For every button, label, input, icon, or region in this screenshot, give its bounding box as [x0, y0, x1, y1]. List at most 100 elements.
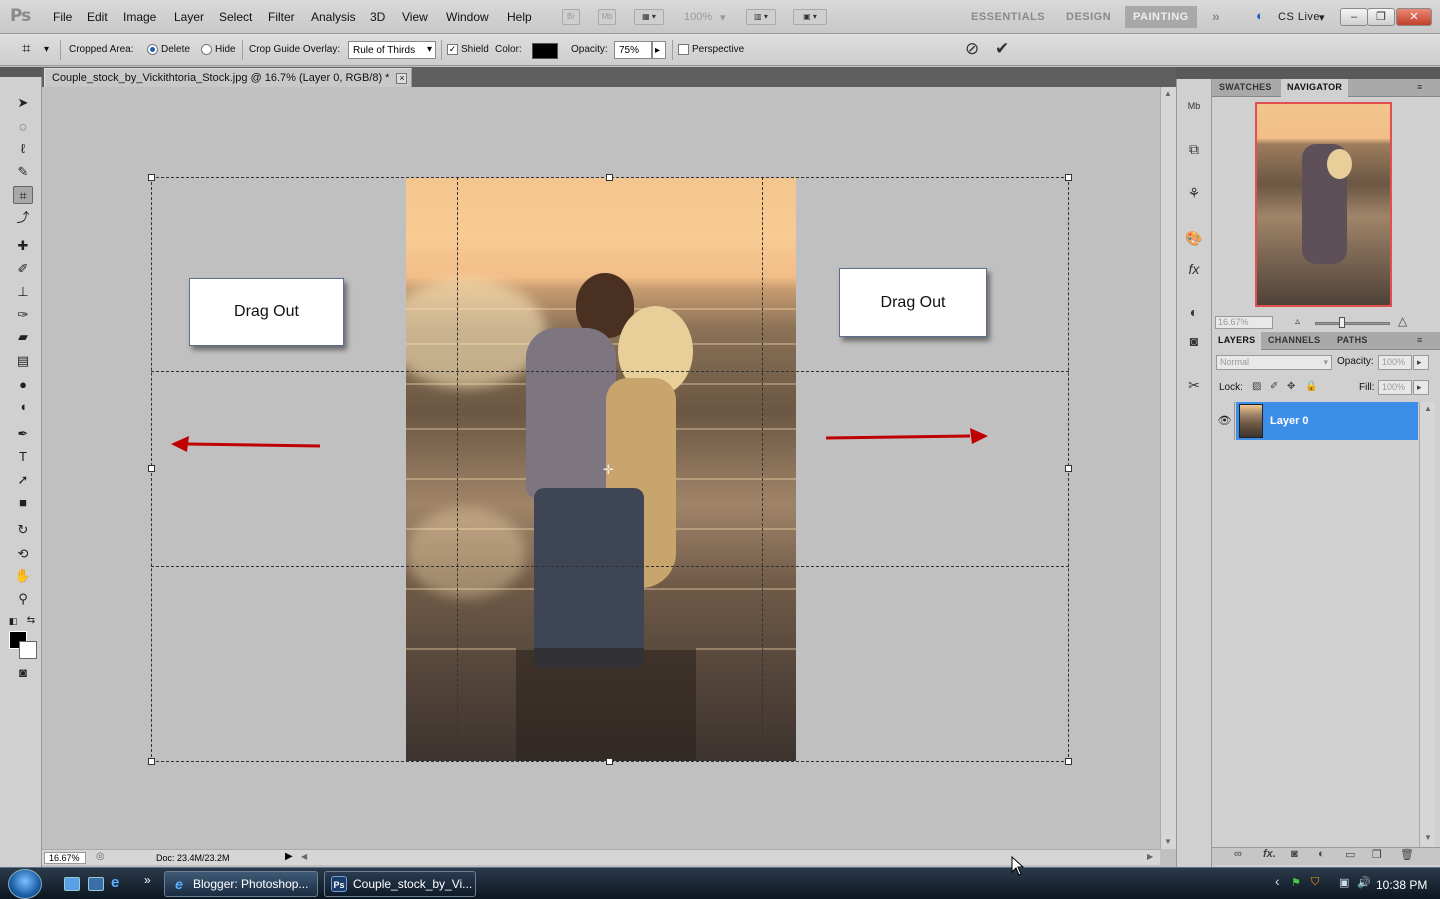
- hand-tool-icon[interactable]: ✋: [13, 567, 33, 585]
- menu-help[interactable]: Help: [507, 10, 532, 24]
- tab-swatches[interactable]: SWATCHES: [1219, 82, 1272, 92]
- menu-window[interactable]: Window: [446, 10, 489, 24]
- cs-live-icon[interactable]: ◐: [1256, 8, 1264, 23]
- quick-mask-icon[interactable]: ◙: [13, 664, 33, 682]
- 3d-rotate-tool-icon[interactable]: ↻: [13, 521, 33, 539]
- preset-chevron-down-icon[interactable]: ▾: [44, 44, 49, 55]
- navigator-thumbnail[interactable]: [1255, 102, 1392, 307]
- tray-network-status-icon[interactable]: ⚑: [1291, 876, 1301, 889]
- tab-channels[interactable]: CHANNELS: [1268, 335, 1320, 345]
- move-tool-icon[interactable]: ➤: [13, 94, 33, 112]
- perspective-checkbox[interactable]: [678, 44, 689, 55]
- gradient-tool-icon[interactable]: ▤: [13, 352, 33, 370]
- lock-position-icon[interactable]: ✥: [1287, 381, 1295, 392]
- lock-all-icon[interactable]: 🔒: [1305, 381, 1317, 392]
- shield-color-swatch[interactable]: [532, 43, 558, 59]
- path-selection-tool-icon[interactable]: ➚: [13, 471, 33, 489]
- menu-analysis[interactable]: Analysis: [311, 10, 356, 24]
- zoom-level-select[interactable]: 100%: [684, 11, 712, 23]
- vertical-scrollbar[interactable]: ▲ ▼: [1160, 87, 1176, 849]
- workspace-design[interactable]: DESIGN: [1066, 11, 1111, 23]
- scroll-up-icon[interactable]: ▲: [1164, 89, 1172, 98]
- commit-checkmark-icon[interactable]: ✔: [995, 39, 1009, 59]
- layer-visibility-eye-icon[interactable]: 👁: [1215, 402, 1235, 440]
- crop-handle-bottom-left[interactable]: [148, 758, 155, 765]
- document-tab[interactable]: Couple_stock_by_Vickithtoria_Stock.jpg @…: [44, 68, 413, 87]
- hide-radio[interactable]: [201, 44, 212, 55]
- fill-arrow-icon[interactable]: ▸: [1413, 380, 1429, 395]
- crop-handle-top[interactable]: [606, 174, 613, 181]
- navigator-zoom-slider[interactable]: [1315, 322, 1390, 325]
- layer-mask-icon[interactable]: ◙: [1291, 848, 1298, 860]
- close-window-button[interactable]: ✕: [1396, 8, 1432, 26]
- history-panel-icon[interactable]: ⧉: [1183, 139, 1205, 159]
- crop-center-icon[interactable]: ✛: [603, 462, 614, 478]
- workspace-essentials[interactable]: ESSENTIALS: [971, 11, 1045, 23]
- tray-volume-icon[interactable]: 🔊: [1357, 876, 1371, 889]
- tools-panel-header[interactable]: [0, 67, 42, 77]
- crop-tool-preset-icon[interactable]: ⌗: [22, 40, 30, 57]
- show-desktop-icon[interactable]: [64, 877, 80, 891]
- lock-transparency-icon[interactable]: ▨: [1252, 381, 1261, 392]
- menu-layer[interactable]: Layer: [174, 10, 204, 24]
- menu-image[interactable]: Image: [123, 10, 156, 24]
- tray-network-icon[interactable]: ▣: [1339, 876, 1349, 889]
- layers-panel-menu-icon[interactable]: ≡: [1417, 335, 1423, 345]
- internet-explorer-icon[interactable]: e: [111, 874, 127, 891]
- layers-scroll-down-icon[interactable]: ▼: [1424, 833, 1432, 842]
- blur-tool-icon[interactable]: ●: [13, 376, 33, 394]
- adjustment-layer-icon[interactable]: ◐: [1318, 848, 1325, 860]
- tab-navigator[interactable]: NAVIGATOR: [1281, 79, 1349, 97]
- crop-handle-bottom[interactable]: [606, 758, 613, 765]
- arrange-documents-icon[interactable]: ▥ ▾: [746, 9, 776, 25]
- crop-handle-bottom-right[interactable]: [1065, 758, 1072, 765]
- bridge-button[interactable]: Br: [562, 9, 580, 25]
- tray-expand-icon[interactable]: ‹: [1275, 873, 1280, 889]
- layers-scroll-up-icon[interactable]: ▲: [1424, 404, 1432, 413]
- delete-radio[interactable]: [147, 44, 158, 55]
- tray-shield-icon[interactable]: ⛉: [1311, 876, 1319, 889]
- scroll-down-icon[interactable]: ▼: [1164, 837, 1172, 846]
- tab-layers[interactable]: LAYERS: [1212, 332, 1262, 350]
- crop-handle-top-right[interactable]: [1065, 174, 1072, 181]
- link-layers-icon[interactable]: ∞: [1234, 848, 1242, 860]
- shield-checkbox[interactable]: ✓: [447, 44, 458, 55]
- navigator-zoom-knob[interactable]: [1339, 317, 1345, 328]
- clone-stamp-tool-icon[interactable]: ⊥: [13, 283, 33, 301]
- dodge-tool-icon[interactable]: ◖: [13, 398, 33, 416]
- swap-colors-icon[interactable]: ⇆: [24, 612, 38, 630]
- eraser-tool-icon[interactable]: ▰: [13, 328, 33, 346]
- opacity-slider-arrow-icon[interactable]: ▸: [652, 41, 666, 59]
- scroll-right-icon[interactable]: ▶: [1147, 852, 1153, 861]
- marquee-tool-icon[interactable]: ◌: [13, 118, 33, 136]
- default-colors-icon[interactable]: ◧: [6, 612, 20, 630]
- zoom-out-icon[interactable]: ▵: [1295, 316, 1300, 327]
- status-zoom-input[interactable]: 16.67%: [44, 852, 86, 864]
- layer-opacity-input[interactable]: 100%: [1378, 355, 1412, 370]
- healing-brush-tool-icon[interactable]: ✚: [13, 237, 33, 255]
- navigator-zoom-input[interactable]: 16.67%: [1215, 316, 1273, 329]
- crop-handle-left[interactable]: [148, 465, 155, 472]
- horizontal-scrollbar[interactable]: ◀ ▶: [295, 849, 1160, 865]
- quick-launch-expand-icon[interactable]: »: [144, 873, 151, 887]
- scroll-left-icon[interactable]: ◀: [301, 852, 307, 861]
- pen-tool-icon[interactable]: ✒: [13, 425, 33, 443]
- quick-selection-tool-icon[interactable]: ✎: [13, 163, 33, 181]
- zoom-tool-icon[interactable]: ⚲: [13, 590, 33, 608]
- fill-input[interactable]: 100%: [1378, 380, 1412, 395]
- new-layer-icon[interactable]: ❐: [1372, 848, 1382, 861]
- cs-live-menu[interactable]: CS Live: [1278, 11, 1320, 23]
- history-brush-tool-icon[interactable]: ✑: [13, 306, 33, 324]
- color-panel-icon[interactable]: 🎨: [1183, 228, 1205, 248]
- brush-presets-panel-icon[interactable]: ⚘: [1183, 183, 1205, 203]
- taskbar-clock[interactable]: 10:38 PM: [1376, 878, 1427, 892]
- cs-live-chevron-down-icon[interactable]: ▾: [1319, 11, 1325, 24]
- blend-mode-select[interactable]: Normal ▾: [1216, 355, 1332, 370]
- screen-mode-icon[interactable]: ▣ ▾: [793, 9, 827, 25]
- crop-handle-right[interactable]: [1065, 465, 1072, 472]
- type-tool-icon[interactable]: T: [13, 448, 33, 466]
- menu-3d[interactable]: 3D: [370, 10, 385, 24]
- navigator-panel-menu-icon[interactable]: ≡: [1417, 82, 1423, 92]
- fx-icon[interactable]: fx.: [1263, 848, 1276, 860]
- mini-bridge-panel-icon[interactable]: Mb: [1183, 96, 1205, 116]
